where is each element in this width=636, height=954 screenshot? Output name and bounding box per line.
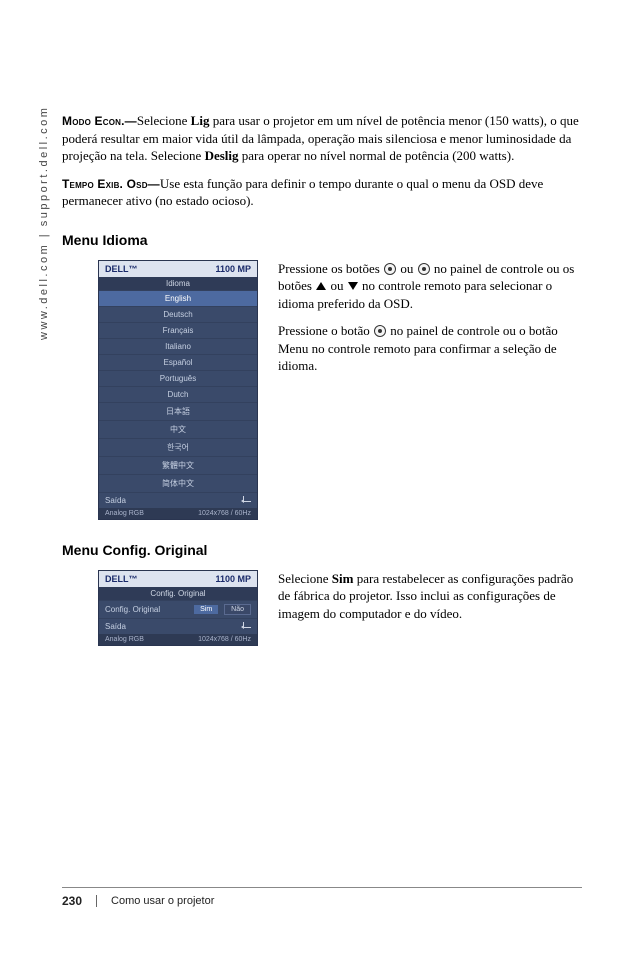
text: ou (327, 278, 347, 293)
osd-section-label: Idioma (99, 277, 257, 290)
text: Pressione os botões (278, 261, 383, 276)
para-config: Selecione Sim para restabelecer as confi… (278, 570, 582, 623)
triangle-up-icon (316, 282, 326, 290)
osd-item: Dutch (99, 386, 257, 402)
heading-menu-config: Menu Config. Original (62, 542, 582, 558)
footer-title: Como usar o projetor (111, 895, 214, 907)
osd-section-label: Config. Original (99, 587, 257, 600)
osd-footer: Analog RGB 1024x768 / 60Hz (99, 634, 257, 645)
osd-item: English (99, 290, 257, 306)
osd-item: Español (99, 354, 257, 370)
para-tempo-exib: Tempo Exib. Osd—Use esta função para def… (62, 175, 582, 210)
page-footer: 230 Como usar o projetor (62, 894, 214, 908)
osd-titlebar: DELL™ 1100 MP (99, 261, 257, 277)
osd-option-row: Config. Original Sim Não (99, 600, 257, 618)
osd-screenshot-config: DELL™ 1100 MP Config. Original Config. O… (98, 570, 258, 646)
osd-exit-label: Saída (105, 622, 126, 631)
osd-item: 日本語 (99, 402, 257, 420)
osd-item: 한국어 (99, 438, 257, 456)
footer-rule (62, 887, 582, 888)
para-idioma-2: Pressione o botão no painel de controle … (278, 322, 582, 375)
row-idioma: DELL™ 1100 MP Idioma English Deutsch Fra… (98, 260, 582, 520)
osd-footer-left: Analog RGB (105, 510, 144, 517)
row-config: DELL™ 1100 MP Config. Original Config. O… (98, 570, 582, 646)
return-icon (243, 622, 251, 628)
para-modo-econ: Modo Econ.—Selecione Lig para usar o pro… (62, 112, 582, 165)
text: Selecione (137, 113, 191, 128)
text: para operar no nível normal de potência … (239, 148, 515, 163)
osd-no-option: Não (224, 604, 251, 615)
osd-item: Deutsch (99, 306, 257, 322)
osd-brand: DELL™ (105, 574, 138, 584)
osd-brand: DELL™ (105, 264, 138, 274)
text: Pressione o botão (278, 323, 373, 338)
config-description: Selecione Sim para restabelecer as confi… (278, 570, 582, 633)
osd-item: 繁體中文 (99, 456, 257, 474)
osd-titlebar: DELL™ 1100 MP (99, 571, 257, 587)
osd-item: 中文 (99, 420, 257, 438)
circle-button-icon (384, 263, 396, 275)
osd-exit-row: Saída (99, 618, 257, 634)
osd-footer-right: 1024x768 / 60Hz (198, 636, 251, 643)
osd-yes-option: Sim (194, 605, 218, 614)
label-modo-econ: Modo Econ.— (62, 114, 137, 128)
main-content: Modo Econ.—Selecione Lig para usar o pro… (62, 112, 582, 656)
osd-screenshot-idioma: DELL™ 1100 MP Idioma English Deutsch Fra… (98, 260, 258, 520)
heading-menu-idioma: Menu Idioma (62, 232, 582, 248)
osd-footer: Analog RGB 1024x768 / 60Hz (99, 508, 257, 519)
osd-model: 1100 MP (215, 574, 251, 584)
triangle-down-icon (348, 282, 358, 290)
footer-divider (96, 895, 97, 907)
osd-model: 1100 MP (215, 264, 251, 274)
osd-option-label: Config. Original (105, 605, 188, 614)
text: Selecione (278, 571, 332, 586)
return-icon (243, 496, 251, 502)
side-url: www.dell.com | support.dell.com (38, 106, 50, 340)
osd-exit-row: Saída (99, 492, 257, 508)
bold-deslig: Deslig (205, 148, 239, 163)
circle-button-icon (418, 263, 430, 275)
osd-item: Português (99, 370, 257, 386)
label-tempo-exib: Tempo Exib. Osd— (62, 177, 160, 191)
osd-item: Français (99, 322, 257, 338)
idioma-description: Pressione os botões ou no painel de cont… (278, 260, 582, 385)
osd-item: Italiano (99, 338, 257, 354)
bold-sim: Sim (332, 571, 354, 586)
osd-footer-left: Analog RGB (105, 636, 144, 643)
page-number: 230 (62, 894, 82, 908)
osd-item: 简体中文 (99, 474, 257, 492)
bold-lig: Lig (191, 113, 210, 128)
para-idioma-1: Pressione os botões ou no painel de cont… (278, 260, 582, 313)
osd-exit-label: Saída (105, 496, 126, 505)
osd-footer-right: 1024x768 / 60Hz (198, 510, 251, 517)
text: ou (397, 261, 417, 276)
circle-button-icon (374, 325, 386, 337)
